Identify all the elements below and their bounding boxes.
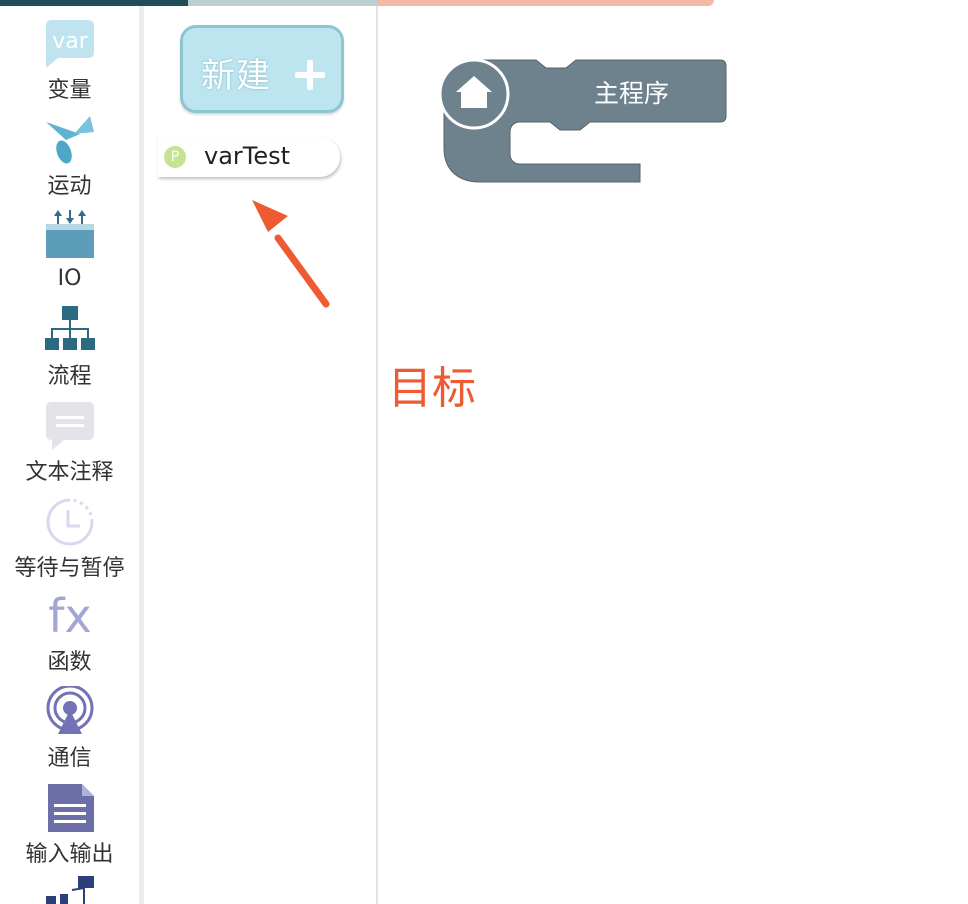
category-io[interactable]: IO bbox=[0, 206, 139, 296]
annotation-goal-label: 目标 bbox=[388, 363, 476, 414]
category-label: 运动 bbox=[47, 174, 92, 199]
category-communication[interactable]: 通信 bbox=[0, 686, 139, 776]
category-motion[interactable]: 运动 bbox=[0, 112, 139, 202]
main-program-label: 主程序 bbox=[594, 79, 670, 108]
function-icon: fx bbox=[48, 590, 91, 642]
flow-icon bbox=[45, 306, 95, 350]
category-label: 输入输出 bbox=[25, 842, 114, 867]
variable-name: varTest bbox=[204, 142, 291, 170]
new-button-label: 新建 bbox=[201, 56, 271, 96]
category-flow[interactable]: 流程 bbox=[0, 302, 139, 392]
io-icon bbox=[46, 210, 94, 258]
svg-text:var: var bbox=[52, 29, 89, 54]
variable-block-vartest[interactable]: P varTest bbox=[158, 137, 340, 177]
category-label: IO bbox=[57, 266, 82, 291]
var-icon: var bbox=[46, 20, 94, 68]
comment-icon bbox=[46, 402, 94, 450]
partial-category-icon bbox=[46, 876, 94, 904]
svg-text:fx: fx bbox=[48, 590, 91, 642]
category-label: 变量 bbox=[47, 78, 92, 103]
motion-icon bbox=[46, 116, 94, 164]
clock-icon bbox=[46, 498, 94, 546]
variable-type-badge: P bbox=[164, 146, 186, 168]
plus-icon bbox=[295, 60, 325, 90]
category-label: 文本注释 bbox=[25, 460, 114, 485]
antenna-icon bbox=[46, 686, 94, 734]
main-program-block[interactable] bbox=[440, 58, 730, 188]
category-variable[interactable]: var 变量 bbox=[0, 16, 139, 106]
document-icon bbox=[48, 784, 94, 832]
category-input-output[interactable]: 输入输出 bbox=[0, 782, 139, 872]
annotation-arrow-icon bbox=[252, 200, 330, 308]
category-comment[interactable]: 文本注释 bbox=[0, 398, 139, 488]
category-label: 函数 bbox=[47, 650, 92, 675]
category-function[interactable]: fx 函数 bbox=[0, 590, 139, 680]
category-label: 等待与暂停 bbox=[14, 556, 125, 581]
category-label: 流程 bbox=[47, 364, 92, 389]
category-sidebar: var 变量 运动 IO 流程 文本注释 等待与暂停 fx 函数 通信 输入输出 bbox=[0, 6, 139, 904]
category-label: 通信 bbox=[47, 746, 92, 771]
category-wait[interactable]: 等待与暂停 bbox=[0, 494, 139, 584]
new-variable-button[interactable]: 新建 bbox=[180, 25, 344, 113]
